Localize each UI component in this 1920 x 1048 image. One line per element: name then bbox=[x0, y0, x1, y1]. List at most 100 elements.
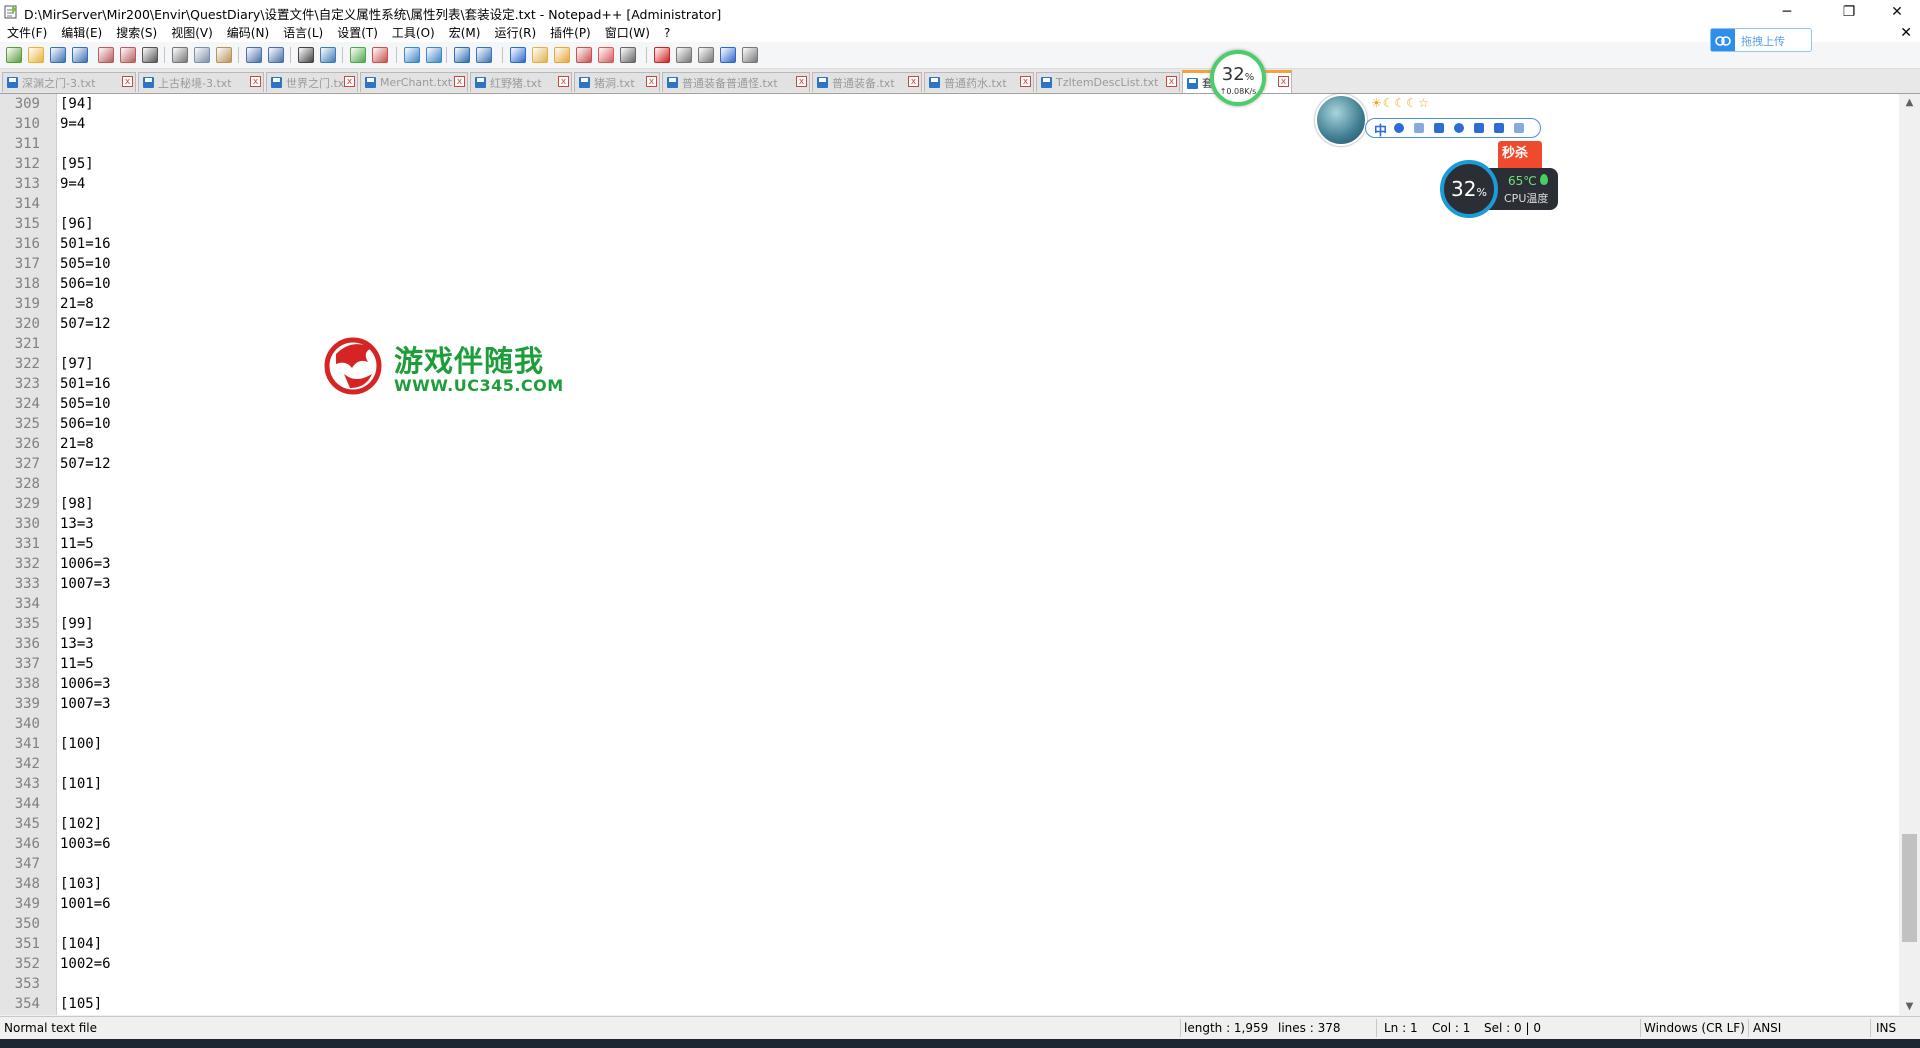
monitoring-icon[interactable] bbox=[620, 47, 636, 63]
line-text[interactable]: 1006=3 bbox=[60, 554, 111, 574]
paste-icon[interactable] bbox=[216, 47, 232, 63]
line-text[interactable]: 506=10 bbox=[60, 414, 111, 434]
indent-guide-icon[interactable] bbox=[510, 47, 526, 63]
editor-line[interactable]: 330 13=3 bbox=[0, 514, 1880, 534]
editor-line[interactable]: 337 11=5 bbox=[0, 654, 1880, 674]
tab-0[interactable]: 深渊之门-3.txt x bbox=[2, 72, 136, 92]
editor-line[interactable]: 324 505=10 bbox=[0, 394, 1880, 414]
editor-line[interactable]: 323 501=16 bbox=[0, 374, 1880, 394]
menu-item-8[interactable]: 宏(M) bbox=[442, 24, 488, 42]
editor-line[interactable]: 345 [102] bbox=[0, 814, 1880, 834]
tab-close-icon[interactable]: x bbox=[908, 76, 919, 87]
zoom-out-icon[interactable] bbox=[372, 47, 388, 63]
vertical-scrollbar[interactable]: ▲ ▼ bbox=[1899, 94, 1920, 1015]
tab-5[interactable]: 猪洞.txt x bbox=[574, 72, 660, 92]
line-text[interactable]: 507=12 bbox=[60, 454, 111, 474]
editor-line[interactable]: 351 [104] bbox=[0, 934, 1880, 954]
drag-upload-button[interactable]: 拖拽上传 bbox=[1710, 28, 1812, 52]
network-speed-widget[interactable]: 32% ↑0.08K/s bbox=[1210, 50, 1266, 106]
close-icon[interactable] bbox=[98, 47, 114, 63]
menu-item-12[interactable]: ? bbox=[657, 24, 677, 42]
tab-close-icon[interactable]: x bbox=[250, 76, 261, 87]
lock-icon[interactable] bbox=[1514, 123, 1524, 133]
status-eol[interactable]: Windows (CR LF) bbox=[1644, 1021, 1745, 1035]
editor[interactable]: 309 [94] 310 9=4 311 312 [95] 313 9=4 314 315 [96] 3… bbox=[0, 94, 1920, 1015]
editor-line[interactable]: 314 bbox=[0, 194, 1880, 214]
line-text[interactable]: 13=3 bbox=[60, 634, 94, 654]
tab-close-icon[interactable]: x bbox=[646, 76, 657, 87]
macro-record-icon[interactable] bbox=[654, 47, 670, 63]
line-text[interactable]: 1006=3 bbox=[60, 674, 111, 694]
editor-line[interactable]: 313 9=4 bbox=[0, 174, 1880, 194]
line-text[interactable]: 1001=6 bbox=[60, 894, 111, 914]
cpu-monitor-widget[interactable]: 65℃ CPU温度 32% bbox=[1440, 160, 1558, 218]
menu-item-10[interactable]: 插件(P) bbox=[543, 24, 598, 42]
tab-close-icon[interactable]: x bbox=[1166, 76, 1177, 87]
undo-icon[interactable] bbox=[246, 47, 262, 63]
macro-stop-icon[interactable] bbox=[676, 47, 692, 63]
tab-1[interactable]: 上古秘境-3.txt x bbox=[138, 72, 264, 92]
save-icon[interactable] bbox=[50, 47, 66, 63]
menu-item-5[interactable]: 语言(L) bbox=[276, 24, 330, 42]
line-text[interactable]: 1007=3 bbox=[60, 574, 111, 594]
scroll-up-icon[interactable]: ▲ bbox=[1899, 94, 1920, 111]
menu-item-7[interactable]: 工具(O) bbox=[385, 24, 442, 42]
editor-line[interactable]: 312 [95] bbox=[0, 154, 1880, 174]
function-list-icon[interactable] bbox=[576, 47, 592, 63]
line-text[interactable]: [105] bbox=[60, 994, 102, 1014]
line-text[interactable]: [104] bbox=[60, 934, 102, 954]
editor-line[interactable]: 347 bbox=[0, 854, 1880, 874]
editor-line[interactable]: 309 [94] bbox=[0, 94, 1880, 114]
show-symbols-icon[interactable] bbox=[476, 47, 492, 63]
editor-line[interactable]: 310 9=4 bbox=[0, 114, 1880, 134]
line-text[interactable]: 13=3 bbox=[60, 514, 94, 534]
cut-icon[interactable] bbox=[172, 47, 188, 63]
find-icon[interactable] bbox=[298, 47, 314, 63]
avatar[interactable] bbox=[1315, 94, 1367, 146]
line-text[interactable]: [98] bbox=[60, 494, 94, 514]
tab-close-icon[interactable]: x bbox=[1278, 76, 1289, 87]
editor-line[interactable]: 331 11=5 bbox=[0, 534, 1880, 554]
line-text[interactable]: [96] bbox=[60, 214, 94, 234]
macro-play-icon[interactable] bbox=[698, 47, 714, 63]
shirt-icon[interactable] bbox=[1474, 123, 1484, 133]
tab-9[interactable]: TzItemDescList.txt x bbox=[1036, 72, 1180, 92]
editor-line[interactable]: 327 507=12 bbox=[0, 454, 1880, 474]
line-text[interactable]: 21=8 bbox=[60, 434, 94, 454]
editor-line[interactable]: 329 [98] bbox=[0, 494, 1880, 514]
editor-line[interactable]: 335 [99] bbox=[0, 614, 1880, 634]
replace-icon[interactable] bbox=[320, 47, 336, 63]
zoom-in-icon[interactable] bbox=[350, 47, 366, 63]
editor-line[interactable]: 340 bbox=[0, 714, 1880, 734]
editor-line[interactable]: 315 [96] bbox=[0, 214, 1880, 234]
sync-h-icon[interactable] bbox=[426, 47, 442, 63]
word-wrap-icon[interactable] bbox=[454, 47, 470, 63]
editor-line[interactable]: 348 [103] bbox=[0, 874, 1880, 894]
sync-v-icon[interactable] bbox=[404, 47, 420, 63]
line-text[interactable]: 1002=6 bbox=[60, 954, 111, 974]
ime-bar[interactable]: 中 bbox=[1365, 118, 1541, 139]
editor-line[interactable]: 318 506=10 bbox=[0, 274, 1880, 294]
line-text[interactable]: [102] bbox=[60, 814, 102, 834]
editor-line[interactable]: 333 1007=3 bbox=[0, 574, 1880, 594]
editor-line[interactable]: 334 bbox=[0, 594, 1880, 614]
menu-item-3[interactable]: 视图(V) bbox=[164, 24, 220, 42]
new-file-icon[interactable] bbox=[6, 47, 22, 63]
tab-close-icon[interactable]: x bbox=[454, 76, 465, 87]
scroll-thumb[interactable] bbox=[1902, 834, 1917, 942]
menu-item-9[interactable]: 运行(R) bbox=[487, 24, 543, 42]
punctuation-icon[interactable] bbox=[1414, 123, 1424, 133]
folder-workspace-icon[interactable] bbox=[598, 47, 614, 63]
line-text[interactable]: 1007=3 bbox=[60, 694, 111, 714]
redo-icon[interactable] bbox=[268, 47, 284, 63]
close-all-icon[interactable] bbox=[120, 47, 136, 63]
editor-line[interactable]: 338 1006=3 bbox=[0, 674, 1880, 694]
editor-line[interactable]: 344 bbox=[0, 794, 1880, 814]
menu-item-1[interactable]: 编辑(E) bbox=[54, 24, 109, 42]
editor-line[interactable]: 319 21=8 bbox=[0, 294, 1880, 314]
menu-item-6[interactable]: 设置(T) bbox=[330, 24, 385, 42]
editor-line[interactable]: 341 [100] bbox=[0, 734, 1880, 754]
macro-save-icon[interactable] bbox=[742, 47, 758, 63]
line-text[interactable]: [97] bbox=[60, 354, 94, 374]
editor-line[interactable]: 350 bbox=[0, 914, 1880, 934]
